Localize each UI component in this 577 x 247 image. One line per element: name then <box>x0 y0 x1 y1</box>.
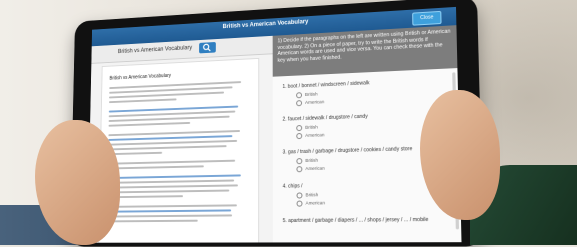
option-british-4[interactable]: British <box>296 192 318 199</box>
question-5: 5. apartment / garbage / diapers / ... /… <box>282 216 429 225</box>
radio-icon <box>296 100 303 107</box>
search-button[interactable] <box>199 41 216 54</box>
document-page[interactable]: British vs American Vocabulary <box>98 57 260 243</box>
tablet: British vs American Vocabulary Close Bri… <box>69 0 484 247</box>
question-4: 4. chips / <box>282 183 303 190</box>
option-british-2[interactable]: British <box>296 124 318 132</box>
radio-icon <box>296 132 303 140</box>
option-american-1[interactable]: American <box>296 99 324 107</box>
radio-icon <box>296 92 303 99</box>
tablet-screen: British vs American Vocabulary Close Bri… <box>87 6 462 243</box>
document-title: British vs American Vocabulary <box>109 72 172 82</box>
option-american-4[interactable]: American <box>296 200 325 207</box>
question-2: 2. faucet / sidewalk / drugstore / candy <box>282 113 368 123</box>
option-american-3[interactable]: American <box>296 166 325 173</box>
question-1: 1. boot / bonnet / windscreen / sidewalk <box>282 80 370 91</box>
option-british-1[interactable]: British <box>296 91 318 99</box>
radio-icon <box>296 166 303 173</box>
radio-icon <box>296 192 303 199</box>
radio-icon <box>296 124 303 132</box>
question-3: 3. gas / trash / garbage / drugstore / c… <box>282 146 413 156</box>
document-paragraphs <box>106 81 247 225</box>
radio-icon <box>296 200 303 207</box>
search-icon <box>203 43 211 52</box>
option-british-3[interactable]: British <box>296 158 318 165</box>
close-button[interactable]: Close <box>412 10 442 26</box>
option-american-2[interactable]: American <box>296 132 325 140</box>
document-panel-title: British vs American Vocabulary <box>117 45 193 56</box>
photo-scene: British vs American Vocabulary Close Bri… <box>0 0 577 247</box>
radio-icon <box>296 158 303 165</box>
